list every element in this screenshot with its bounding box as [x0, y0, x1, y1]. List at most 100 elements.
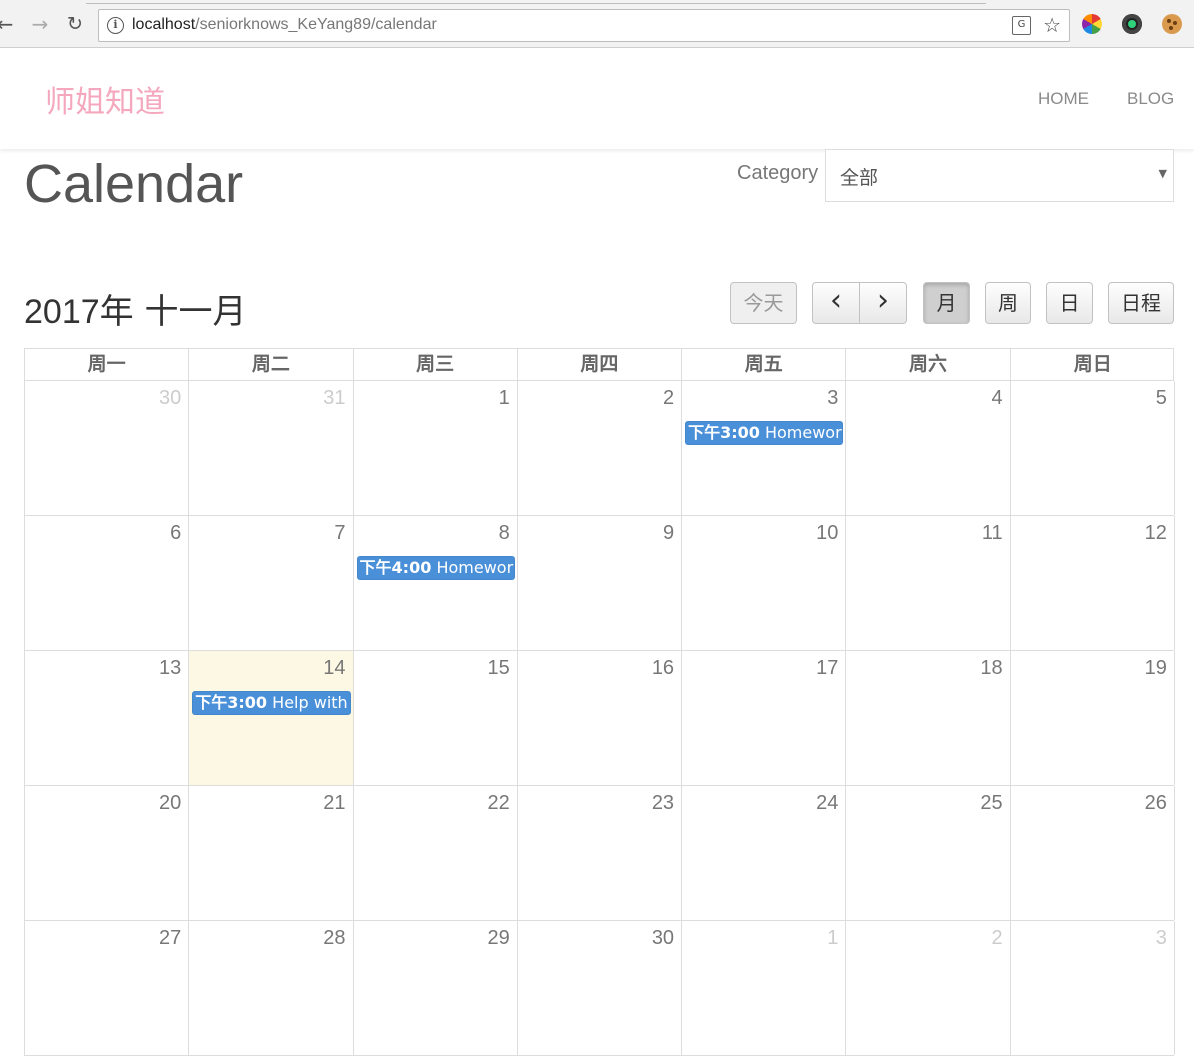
weekday-fri: 周五 [682, 349, 847, 380]
day-cell[interactable]: 24 [682, 786, 847, 920]
site-header: 师姐知道 HOME BLOG [0, 49, 1194, 149]
day-number: 11 [981, 522, 1003, 544]
bookmark-star-icon[interactable]: ☆ [1043, 13, 1061, 37]
day-cell[interactable]: 10 [682, 516, 847, 650]
day-cell[interactable]: 12 [1011, 516, 1175, 650]
calendar-event[interactable]: 下午3:00 Homework [685, 421, 844, 445]
day-cell[interactable]: 11 [846, 516, 1011, 650]
day-cell[interactable]: 3 [1011, 921, 1175, 1055]
weekday-wed: 周三 [354, 349, 518, 380]
day-number: 2 [662, 387, 675, 409]
today-button[interactable]: 今天 [730, 282, 797, 324]
day-cell[interactable]: 2 [518, 381, 683, 515]
day-number: 3 [1155, 927, 1167, 949]
day-cell[interactable]: 1 [682, 921, 847, 1055]
event-title: Help with c [272, 693, 349, 712]
day-number: 16 [651, 657, 675, 679]
day-cell[interactable]: 5 [1011, 381, 1175, 515]
day-number: 17 [816, 657, 839, 679]
day-cell[interactable]: 29 [354, 921, 518, 1055]
weekday-sat: 周六 [846, 349, 1011, 380]
event-title: Homework [436, 558, 515, 577]
week-view-button[interactable]: 周 [985, 282, 1031, 324]
day-cell[interactable]: 18 [846, 651, 1011, 785]
day-cell[interactable]: 31 [189, 381, 354, 515]
day-cell[interactable]: 16 [518, 651, 683, 785]
category-select[interactable]: 全部 ▼ [825, 149, 1174, 202]
url-text[interactable]: localhost/seniorknows_KeYang89/calendar [132, 16, 437, 34]
day-number: 4 [991, 387, 1003, 409]
next-button[interactable]: › [860, 282, 907, 324]
weekday-header: 周一 周二 周三 周四 周五 周六 周日 [24, 348, 1174, 381]
browser-toolbar: ← → ↻ i localhost/seniorknows_KeYang89/c… [0, 0, 1194, 48]
day-number: 8 [498, 522, 510, 544]
day-cell[interactable]: 13 [25, 651, 190, 785]
day-number: 3 [827, 387, 839, 409]
day-number: 15 [487, 657, 510, 679]
day-cell[interactable]: 8 下午4:00 Homework [354, 516, 518, 650]
day-number: 2 [991, 927, 1003, 949]
event-time: 下午3:00 [688, 423, 760, 442]
day-cell[interactable]: 30 [25, 381, 190, 515]
cookie-extension-icon[interactable] [1162, 14, 1182, 34]
day-number: 1 [498, 387, 510, 409]
day-number: 25 [980, 792, 1003, 814]
day-number: 21 [323, 792, 346, 814]
day-cell[interactable]: 15 [354, 651, 518, 785]
day-cell[interactable]: 3 下午3:00 Homework [682, 381, 847, 515]
day-cell[interactable]: 22 [354, 786, 518, 920]
nav-blog-link[interactable]: BLOG [1127, 89, 1174, 109]
calendar-grid: 周一 周二 周三 周四 周五 周六 周日 30 31 1 2 3 下午3:00 Homew… [24, 348, 1175, 1056]
day-cell[interactable]: 27 [25, 921, 190, 1055]
day-cell[interactable]: 20 [25, 786, 190, 920]
day-cell[interactable]: 19 [1011, 651, 1175, 785]
event-title: Homework [764, 423, 844, 442]
day-cell[interactable]: 6 [25, 516, 190, 650]
day-number: 13 [159, 657, 182, 679]
day-number: 5 [1155, 387, 1167, 409]
day-number: 1 [827, 927, 839, 949]
day-number: 12 [1144, 522, 1167, 544]
day-cell[interactable]: 1 [354, 381, 518, 515]
day-number: 28 [323, 927, 346, 949]
day-cell[interactable]: 26 [1011, 786, 1175, 920]
event-time: 下午4:00 [359, 558, 432, 577]
calendar-event[interactable]: 下午3:00 Help with c [192, 691, 351, 715]
tab-strip [86, 0, 986, 4]
camera-extension-icon[interactable] [1122, 14, 1142, 34]
day-cell[interactable]: 7 [189, 516, 354, 650]
agenda-view-button[interactable]: 日程 [1108, 282, 1174, 324]
color-wheel-extension-icon[interactable] [1082, 14, 1102, 34]
day-cell[interactable]: 17 [682, 651, 847, 785]
day-number: 23 [651, 792, 675, 814]
day-number: 18 [980, 657, 1003, 679]
info-icon[interactable]: i [107, 17, 124, 34]
day-cell[interactable]: 30 [518, 921, 683, 1055]
address-bar[interactable]: i localhost/seniorknows_KeYang89/calenda… [98, 9, 1070, 42]
day-number: 31 [323, 387, 346, 409]
day-cell[interactable]: 21 [189, 786, 354, 920]
calendar-event[interactable]: 下午4:00 Homework [356, 556, 515, 580]
brand-logo[interactable]: 师姐知道 [45, 77, 165, 121]
day-number: 24 [816, 792, 839, 814]
month-view-button[interactable]: 月 [923, 282, 970, 324]
prev-button[interactable]: ‹ [812, 282, 860, 324]
week-row: 30 31 1 2 3 下午3:00 Homework 4 5 [24, 381, 1175, 516]
day-cell[interactable]: 9 [518, 516, 683, 650]
day-cell[interactable]: 23 [518, 786, 683, 920]
day-number: 14 [323, 657, 346, 679]
month-title: 2017年 十一月 [24, 292, 247, 332]
day-cell[interactable]: 25 [846, 786, 1011, 920]
back-icon[interactable]: ← [0, 13, 16, 35]
weekday-thu: 周四 [518, 349, 683, 380]
forward-icon[interactable]: → [29, 13, 51, 35]
day-cell[interactable]: 28 [189, 921, 354, 1055]
reload-icon[interactable]: ↻ [64, 13, 86, 35]
day-cell[interactable]: 4 [846, 381, 1011, 515]
day-view-button[interactable]: 日 [1046, 282, 1093, 324]
nav-home-link[interactable]: HOME [1038, 89, 1089, 109]
day-cell-today[interactable]: 14 下午3:00 Help with c [189, 651, 354, 785]
day-cell[interactable]: 2 [846, 921, 1011, 1055]
translate-icon[interactable]: G [1012, 16, 1031, 35]
day-number: 10 [816, 522, 839, 544]
